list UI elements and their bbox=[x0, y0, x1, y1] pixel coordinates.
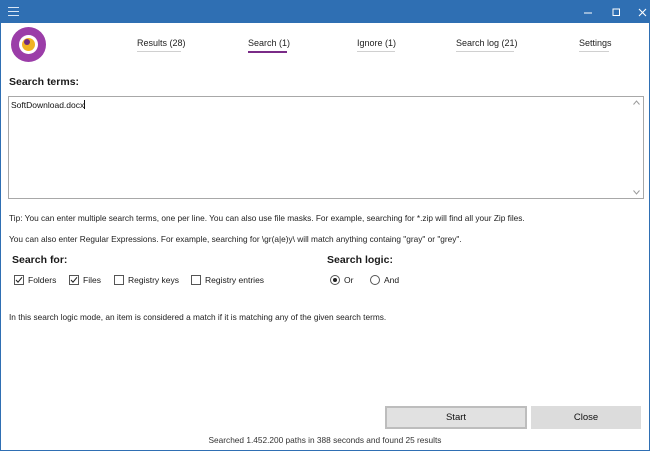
chevron-down-icon[interactable] bbox=[633, 190, 640, 195]
checkbox-box[interactable] bbox=[114, 275, 124, 285]
checkbox-box[interactable] bbox=[191, 275, 201, 285]
checkbox-box[interactable] bbox=[69, 275, 79, 285]
radio-circle[interactable] bbox=[330, 275, 340, 285]
radio-and[interactable]: And bbox=[370, 274, 399, 286]
tab-label: Ignore (1) bbox=[357, 38, 397, 48]
minimize-button[interactable] bbox=[575, 1, 601, 23]
tab-label: Search log (21) bbox=[456, 38, 518, 48]
status-text: Searched 1.452.200 paths in 388 seconds … bbox=[208, 435, 442, 445]
regex-tip-text: You can also enter Regular Expressions. … bbox=[9, 234, 462, 244]
tab-label: Search (1) bbox=[248, 38, 291, 48]
radio-or[interactable]: Or bbox=[330, 274, 353, 286]
checkbox-label: Folders bbox=[28, 275, 57, 285]
checkbox-registry-keys[interactable]: Registry keys bbox=[114, 274, 179, 286]
tab-search[interactable]: Search (1) bbox=[248, 38, 291, 56]
tip-text: Tip: You can enter multiple search terms… bbox=[9, 213, 525, 223]
close-button[interactable]: Close bbox=[531, 406, 641, 429]
checkmark-icon bbox=[70, 276, 78, 284]
search-logic-description: In this search logic mode, an item is co… bbox=[9, 312, 387, 322]
checkbox-label: Files bbox=[83, 275, 101, 285]
checkbox-registry-entries[interactable]: Registry entries bbox=[191, 274, 264, 286]
close-icon bbox=[638, 8, 646, 16]
tab-search-log[interactable]: Search log (21) bbox=[456, 38, 518, 56]
search-logic-title: Search logic: bbox=[327, 254, 393, 266]
maximize-button[interactable] bbox=[603, 1, 629, 23]
radio-circle[interactable] bbox=[370, 275, 380, 285]
tab-results[interactable]: Results (28) bbox=[137, 38, 186, 56]
checkmark-icon bbox=[15, 276, 23, 284]
checkbox-folders[interactable]: Folders bbox=[14, 274, 56, 286]
title-bar bbox=[1, 1, 649, 23]
search-terms-title: Search terms: bbox=[9, 76, 80, 88]
checkbox-files[interactable]: Files bbox=[69, 274, 101, 286]
tab-label: Settings bbox=[579, 38, 612, 48]
scrollbar[interactable] bbox=[631, 97, 643, 198]
checkbox-box[interactable] bbox=[14, 275, 24, 285]
tab-ignore[interactable]: Ignore (1) bbox=[357, 38, 397, 56]
checkbox-label: Registry entries bbox=[205, 275, 265, 285]
search-terms-value: SoftDownload.docx bbox=[11, 100, 85, 110]
window-close-button[interactable] bbox=[629, 1, 650, 23]
search-terms-input[interactable]: SoftDownload.docx bbox=[8, 96, 644, 199]
chevron-up-icon[interactable] bbox=[633, 100, 640, 105]
tab-settings[interactable]: Settings bbox=[579, 38, 612, 56]
start-button[interactable]: Start bbox=[385, 406, 527, 429]
app-logo bbox=[11, 27, 46, 62]
radio-label: And bbox=[384, 275, 400, 285]
checkbox-label: Registry keys bbox=[128, 275, 180, 285]
minimize-icon bbox=[583, 12, 592, 13]
app-window: Results (28) Search (1) Ignore (1) Searc… bbox=[0, 0, 650, 451]
radio-label: Or bbox=[344, 275, 354, 285]
maximize-icon bbox=[612, 8, 620, 16]
text-caret bbox=[84, 100, 86, 109]
search-for-title: Search for: bbox=[12, 254, 68, 266]
tab-label: Results (28) bbox=[137, 38, 186, 48]
hamburger-icon[interactable] bbox=[8, 7, 19, 16]
